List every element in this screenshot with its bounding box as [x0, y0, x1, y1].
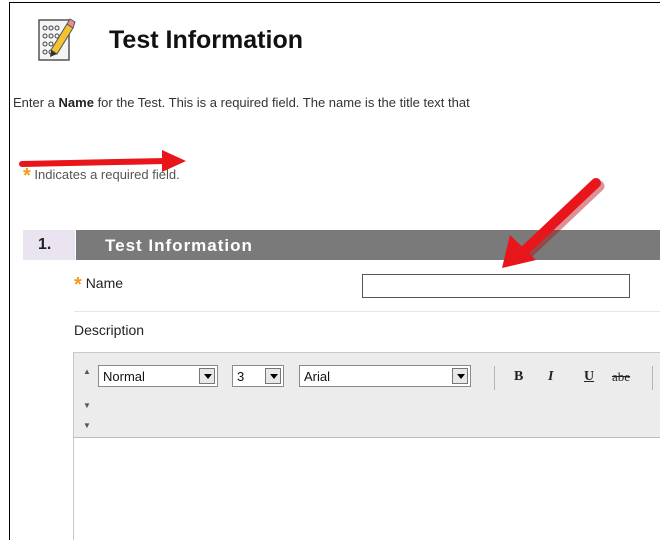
editor-toolbar: ▲ ▼ ▼ Normal 3 Arial B I U abe [74, 353, 660, 438]
paragraph-style-select[interactable]: Normal [98, 365, 218, 387]
chevron-down-icon[interactable] [265, 368, 281, 384]
font-size-select[interactable]: 3 [232, 365, 284, 387]
italic-button[interactable]: I [548, 369, 553, 385]
bold-button[interactable]: B [514, 369, 523, 385]
required-star-icon: * [23, 165, 31, 187]
triangle-up-icon[interactable]: ▲ [83, 367, 91, 376]
name-input[interactable] [362, 274, 630, 298]
page-title: Test Information [109, 26, 303, 54]
required-note: * Indicates a required field. [23, 166, 180, 186]
underline-button[interactable]: U [584, 369, 594, 385]
row-divider [74, 311, 660, 312]
toolbar-separator [652, 366, 653, 390]
section-number: 1. [38, 236, 52, 253]
required-note-text: Indicates a required field. [34, 167, 180, 182]
test-checklist-icon [38, 18, 76, 61]
name-field-label: * Name [74, 274, 124, 296]
editor-body[interactable] [74, 438, 660, 540]
description-label: Description [74, 322, 145, 338]
chevron-down-icon[interactable] [199, 368, 215, 384]
required-star-icon: * [74, 274, 82, 296]
section-title: Test Information [105, 236, 253, 255]
instructions-text: Enter a Name for the Test. This is a req… [13, 95, 470, 110]
content-frame: Test Information Enter a Name for the Te… [9, 2, 660, 540]
triangle-down-icon[interactable]: ▼ [83, 401, 91, 410]
font-family-select[interactable]: Arial [299, 365, 471, 387]
strikethrough-button[interactable]: abe [612, 369, 630, 385]
triangle-down-icon[interactable]: ▼ [83, 421, 91, 430]
toolbar-separator [494, 366, 495, 390]
description-editor: ▲ ▼ ▼ Normal 3 Arial B I U abe [73, 352, 660, 540]
chevron-down-icon[interactable] [452, 368, 468, 384]
